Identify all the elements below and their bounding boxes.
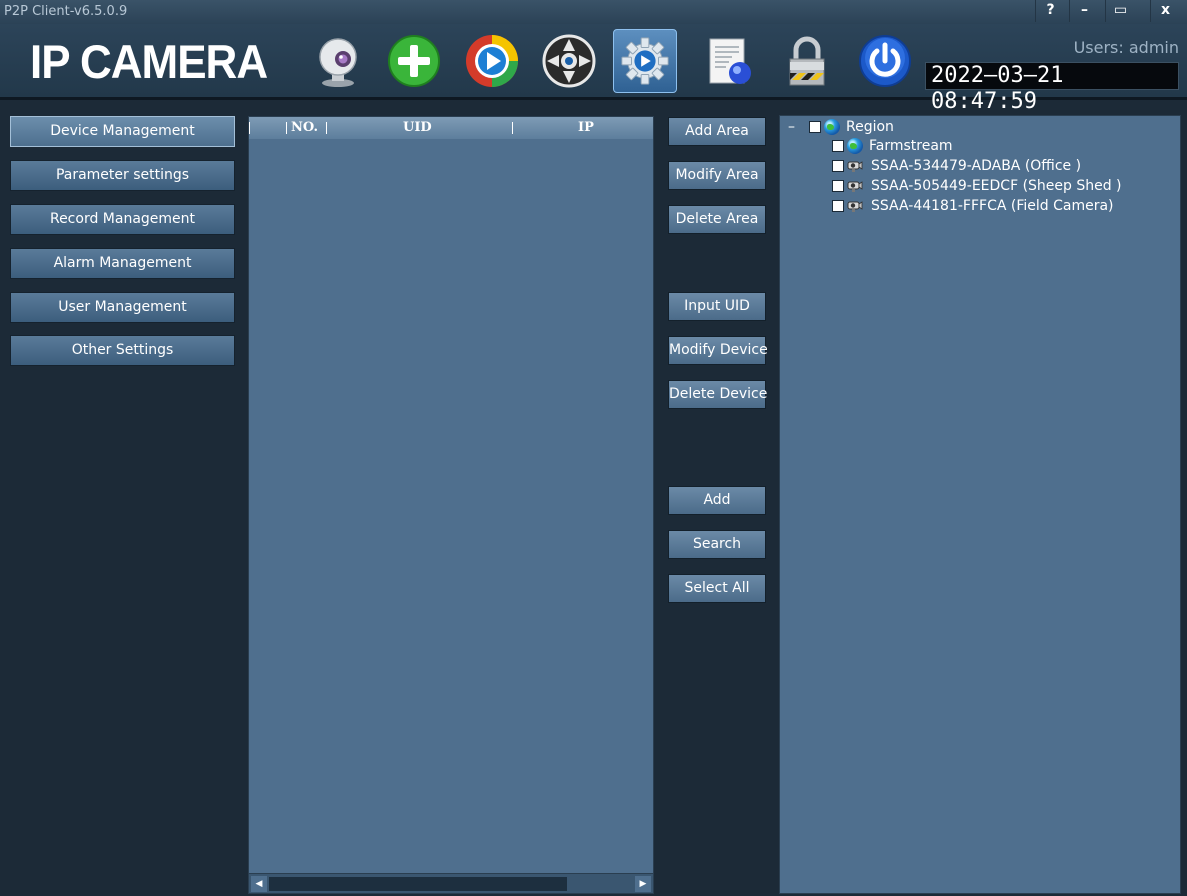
select-all-button[interactable]: Select All: [668, 574, 766, 603]
input-uid-button[interactable]: Input UID: [668, 292, 766, 321]
tree-node-region[interactable]: – Region: [788, 118, 894, 136]
app-logo: IP CAMERA: [30, 36, 268, 89]
tree-checkbox[interactable]: [832, 160, 844, 172]
scroll-right-icon[interactable]: ▶: [635, 876, 651, 892]
tree-node-camera[interactable]: SSAA-44181-FFFCA (Field Camera): [832, 197, 1114, 215]
globe-icon: [824, 119, 840, 135]
scroll-left-icon[interactable]: ◀: [251, 876, 267, 892]
window-title: P2P Client-v6.5.0.9: [4, 4, 128, 19]
settings-button[interactable]: [613, 29, 677, 93]
device-list-header: NO. UID IP: [249, 117, 653, 139]
column-header-ip[interactable]: IP: [578, 120, 594, 135]
tree-checkbox[interactable]: [832, 180, 844, 192]
tree-label: Farmstream: [869, 138, 953, 154]
add-device-button[interactable]: [382, 29, 446, 93]
collapse-icon[interactable]: –: [788, 119, 795, 135]
tree-label: SSAA-44181-FFFCA (Field Camera): [871, 198, 1114, 214]
column-header-uid[interactable]: UID: [403, 120, 432, 135]
gear-icon: [621, 37, 669, 85]
camera-icon: [847, 181, 863, 192]
add-button[interactable]: Add: [668, 486, 766, 515]
play-icon: [466, 35, 518, 87]
nav-alarm-management[interactable]: Alarm Management: [10, 248, 235, 279]
log-button[interactable]: [698, 29, 762, 93]
close-button[interactable]: x: [1150, 0, 1180, 22]
tree-label: SSAA-534479-ADABA (Office ): [871, 158, 1082, 174]
current-user-label: Users: admin: [1073, 38, 1179, 57]
lock-icon: [789, 36, 825, 86]
nav-record-management[interactable]: Record Management: [10, 204, 235, 235]
scrollbar-thumb[interactable]: [269, 877, 567, 891]
nav-other-settings[interactable]: Other Settings: [10, 335, 235, 366]
help-button[interactable]: ?: [1035, 0, 1065, 22]
add-area-button[interactable]: Add Area: [668, 117, 766, 146]
minimize-button[interactable]: –: [1069, 0, 1099, 22]
camera-icon: [847, 161, 863, 172]
column-separator: [326, 122, 327, 134]
tree-node-camera[interactable]: SSAA-534479-ADABA (Office ): [832, 157, 1081, 175]
plus-icon: [388, 35, 440, 87]
column-header-no[interactable]: NO.: [291, 120, 318, 135]
maximize-button[interactable]: ▭: [1105, 0, 1135, 22]
clock-display: 2022–03–21 08:47:59: [925, 62, 1179, 114]
tree-label: SSAA-505449-EEDCF (Sheep Shed ): [871, 178, 1122, 194]
tree-node-area[interactable]: Farmstream: [832, 137, 953, 155]
live-view-button[interactable]: [306, 29, 370, 93]
tree-node-camera[interactable]: SSAA-505449-EEDCF (Sheep Shed ): [832, 177, 1122, 195]
nav-user-management[interactable]: User Management: [10, 292, 235, 323]
globe-icon: [847, 138, 863, 154]
delete-area-button[interactable]: Delete Area: [668, 205, 766, 234]
playback-button[interactable]: [460, 29, 524, 93]
tree-label: Region: [846, 119, 894, 135]
column-separator: [249, 122, 250, 134]
delete-device-button[interactable]: Delete Device: [668, 380, 767, 409]
tree-checkbox[interactable]: [809, 121, 821, 133]
webcam-icon: [319, 38, 357, 87]
app-header: IP CAMERA Users: admin 2022–03–21 08:47:…: [0, 24, 1187, 114]
horizontal-scrollbar[interactable]: ◀ ▶: [249, 873, 653, 893]
column-separator: [286, 122, 287, 134]
region-tree[interactable]: – Region Farmstream SSAA-534479-ADABA (O…: [779, 115, 1181, 894]
title-bar: P2P Client-v6.5.0.9 ? – ▭ x: [0, 0, 1187, 24]
column-separator: [512, 122, 513, 134]
exit-button[interactable]: [853, 29, 917, 93]
nav-parameter-settings[interactable]: Parameter settings: [10, 160, 235, 191]
lock-button[interactable]: [775, 29, 839, 93]
device-list[interactable]: NO. UID IP ◀ ▶: [248, 116, 654, 894]
camera-icon: [847, 201, 863, 212]
ptz-wheel-icon: [542, 34, 596, 88]
power-icon: [859, 35, 911, 87]
nav-device-management[interactable]: Device Management: [10, 116, 235, 147]
log-document-icon: [709, 38, 751, 84]
tree-checkbox[interactable]: [832, 140, 844, 152]
tree-checkbox[interactable]: [832, 200, 844, 212]
ptz-control-button[interactable]: [537, 29, 601, 93]
modify-area-button[interactable]: Modify Area: [668, 161, 766, 190]
modify-device-button[interactable]: Modify Device: [668, 336, 768, 365]
search-button[interactable]: Search: [668, 530, 766, 559]
